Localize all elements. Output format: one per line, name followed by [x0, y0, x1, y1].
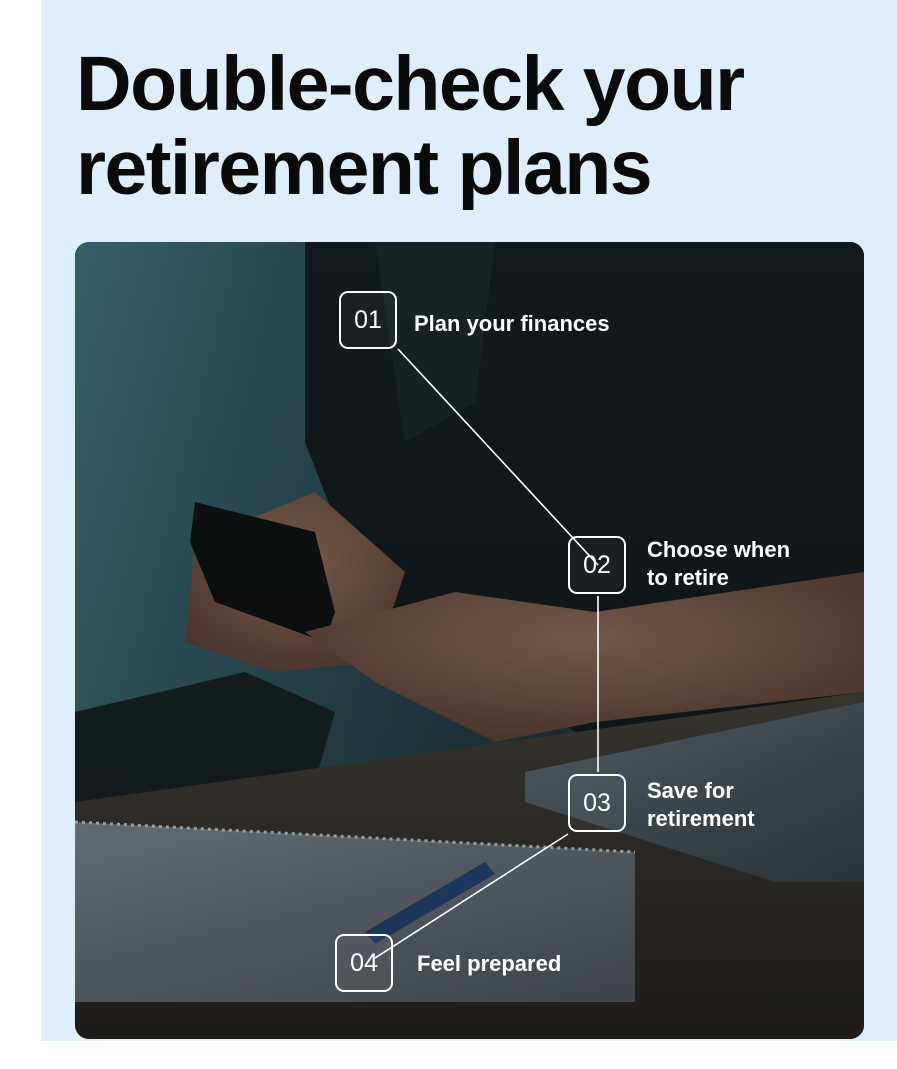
step-04-badge: 04: [335, 934, 393, 992]
step-03-badge: 03: [568, 774, 626, 832]
photo-person-using-phone: 01 Plan your finances 02 Choose when to …: [75, 242, 864, 1039]
step-04-label: Feel prepared: [417, 951, 562, 976]
headline: Double-check your retirement plans: [76, 42, 856, 210]
step-01-label: Plan your finances: [414, 311, 610, 336]
headline-line-1: Double-check your: [76, 41, 745, 127]
step-02-badge: 02: [568, 536, 626, 594]
step-02-label: Choose when to retire: [647, 537, 791, 590]
photo-scene: [75, 242, 864, 1039]
step-03-label: Save for retirement: [647, 778, 755, 831]
step-01-badge: 01: [339, 291, 397, 349]
headline-line-2: retirement plans: [76, 125, 653, 211]
